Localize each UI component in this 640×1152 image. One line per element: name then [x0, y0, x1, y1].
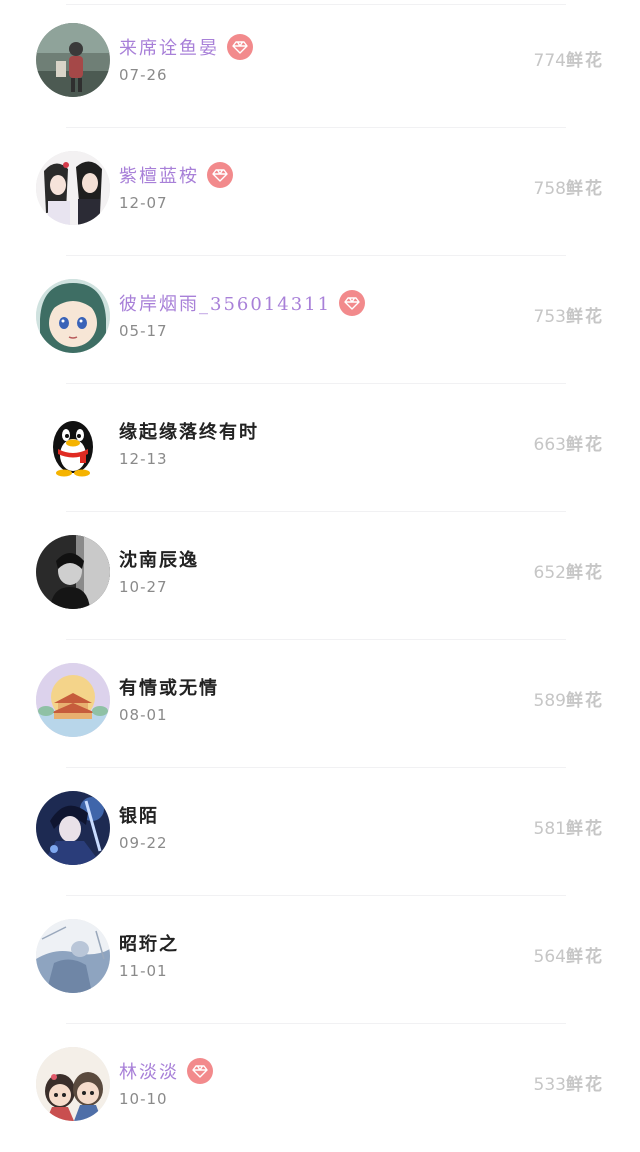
anime-swordsman-icon	[36, 791, 110, 865]
flower-unit: 鲜花	[566, 691, 604, 711]
username-line: 有情或无情	[119, 673, 219, 701]
flower-count-value: 758	[533, 179, 566, 199]
flower-count: 581鲜花	[534, 814, 604, 839]
flower-count: 652鲜花	[534, 558, 604, 583]
qq-penguin-icon	[36, 407, 110, 481]
avatar[interactable]	[36, 407, 110, 481]
username[interactable]: 林淡淡	[119, 1058, 179, 1084]
flower-count-value: 533	[533, 1075, 566, 1095]
diamond-icon	[339, 290, 366, 316]
flower-count: 564鲜花	[534, 942, 604, 967]
flower-count-value: 753	[533, 307, 566, 327]
username-line: 银陌	[119, 801, 159, 829]
anime-couple-icon	[36, 151, 110, 225]
username[interactable]: 来席诠鱼晏	[119, 34, 219, 60]
avatar[interactable]	[36, 919, 110, 993]
flower-unit: 鲜花	[566, 1075, 604, 1095]
list-item[interactable]: 彼岸烟雨_356014311 05-17 753鲜花	[0, 256, 640, 384]
list-item[interactable]: 银陌 09-22 581鲜花	[0, 768, 640, 896]
username[interactable]: 有情或无情	[119, 674, 219, 700]
username[interactable]: 紫檀蓝桉	[119, 162, 199, 188]
date-label: 11-01	[119, 962, 168, 980]
photo-person-icon	[36, 23, 110, 97]
avatar[interactable]	[36, 791, 110, 865]
list-item[interactable]: 有情或无情 08-01 589鲜花	[0, 640, 640, 768]
diamond-icon	[227, 34, 253, 60]
username[interactable]: 银陌	[119, 802, 159, 828]
avatar[interactable]	[36, 663, 110, 737]
flower-count-value: 564	[533, 947, 566, 967]
sketch-figure-icon	[36, 919, 110, 993]
diamond-icon	[207, 162, 233, 188]
date-label: 12-07	[119, 194, 168, 212]
flower-unit: 鲜花	[566, 819, 604, 839]
username-line: 林淡淡	[119, 1057, 213, 1085]
flower-count: 753鲜花	[534, 302, 604, 327]
username-line: 来席诠鱼晏	[119, 33, 253, 61]
flower-count-value: 581	[533, 819, 566, 839]
list-item[interactable]: 缘起缘落终有时 12-13 663鲜花	[0, 384, 640, 512]
list-item[interactable]: 林淡淡 10-10 533鲜花	[0, 1024, 640, 1152]
date-label: 09-22	[119, 834, 168, 852]
list-item[interactable]: 沈南辰逸 10-27 652鲜花	[0, 512, 640, 640]
flower-count: 533鲜花	[534, 1070, 604, 1095]
list-item[interactable]: 昭珩之 11-01 564鲜花	[0, 896, 640, 1024]
date-label: 08-01	[119, 706, 168, 724]
flower-unit: 鲜花	[566, 563, 604, 583]
username-line: 紫檀蓝桉	[119, 161, 233, 189]
username[interactable]: 昭珩之	[119, 930, 179, 956]
avatar[interactable]	[36, 151, 110, 225]
date-label: 10-10	[119, 1090, 168, 1108]
list-item[interactable]: 来席诠鱼晏 07-26 774鲜花	[0, 0, 640, 128]
flower-count-value: 663	[533, 435, 566, 455]
date-label: 10-27	[119, 578, 168, 596]
anime-girl-icon	[36, 279, 110, 353]
flower-count: 774鲜花	[534, 46, 604, 71]
username-line: 彼岸烟雨_356014311	[119, 289, 366, 317]
flower-count: 758鲜花	[534, 174, 604, 199]
avatar[interactable]	[36, 1047, 110, 1121]
flower-count: 663鲜花	[534, 430, 604, 455]
username-line: 沈南辰逸	[119, 545, 199, 573]
date-label: 12-13	[119, 450, 168, 468]
avatar[interactable]	[36, 535, 110, 609]
flower-unit: 鲜花	[566, 307, 604, 327]
flower-count-value: 589	[533, 691, 566, 711]
pagoda-illustration-icon	[36, 663, 110, 737]
chibi-couple-icon	[36, 1047, 110, 1121]
date-label: 07-26	[119, 66, 168, 84]
flower-count: 589鲜花	[534, 686, 604, 711]
username[interactable]: 沈南辰逸	[119, 546, 199, 572]
flower-unit: 鲜花	[566, 435, 604, 455]
username[interactable]: 缘起缘落终有时	[119, 418, 259, 444]
flower-unit: 鲜花	[566, 51, 604, 71]
username-line: 缘起缘落终有时	[119, 417, 259, 445]
date-label: 05-17	[119, 322, 168, 340]
avatar[interactable]	[36, 279, 110, 353]
list-item[interactable]: 紫檀蓝桉 12-07 758鲜花	[0, 128, 640, 256]
username-line: 昭珩之	[119, 929, 179, 957]
username[interactable]: 彼岸烟雨_356014311	[119, 290, 331, 316]
avatar[interactable]	[36, 23, 110, 97]
monochrome-photo-icon	[36, 535, 110, 609]
diamond-icon	[187, 1058, 213, 1084]
flower-count-value: 652	[533, 563, 566, 583]
flower-unit: 鲜花	[566, 947, 604, 967]
flower-count-value: 774	[533, 51, 566, 71]
flower-unit: 鲜花	[566, 179, 604, 199]
